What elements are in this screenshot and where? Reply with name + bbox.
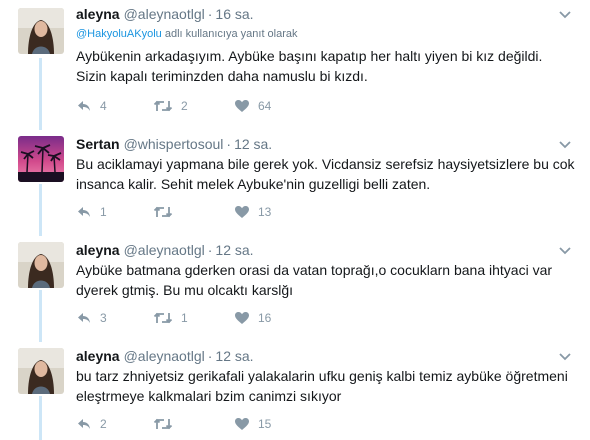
like-button[interactable]: 13	[234, 203, 271, 221]
chevron-down-icon[interactable]	[558, 246, 572, 256]
tweet-text-line: dyerek gtmiş. Bu mu olcaktı karslğı	[76, 282, 294, 298]
timestamp[interactable]: 12 sa.	[215, 348, 253, 364]
display-name[interactable]: Sertan	[76, 136, 120, 152]
tweet-text: Bu aciklamayi yapmana bile gerek yok. Vi…	[76, 154, 576, 194]
like-count: 64	[258, 99, 272, 113]
separator-dot: ·	[207, 6, 213, 22]
tweet-text-line: Sizin kapalı teriminzden daha namuslu bi…	[76, 68, 368, 84]
avatar[interactable]	[18, 136, 64, 182]
retweet-count: 2	[181, 99, 188, 113]
reply-count: 3	[100, 311, 107, 325]
timestamp[interactable]: 16 sa.	[215, 6, 253, 22]
avatar[interactable]	[18, 242, 64, 288]
username[interactable]: @aleynaotlgl	[124, 242, 205, 258]
chevron-down-icon[interactable]	[558, 352, 572, 362]
avatar[interactable]	[18, 348, 64, 394]
reply-to-suffix: adlı kullanıcıya yanıt olarak	[164, 28, 298, 40]
heart-icon	[235, 100, 249, 112]
timestamp[interactable]: 12 sa.	[215, 242, 253, 258]
like-count: 15	[258, 417, 272, 431]
tweet[interactable]: Sertan @whispertosoul · 12 sa. Bu aciklamay…	[0, 130, 590, 236]
tweet-text: Aybüke batmana gderken orasi da vatan to…	[76, 260, 576, 300]
reply-icon	[78, 419, 90, 429]
reply-count: 4	[100, 99, 107, 113]
like-button[interactable]: 16	[234, 309, 271, 327]
retweet-button[interactable]	[153, 415, 181, 433]
tweet-actions: 4 2 64	[76, 97, 376, 115]
retweet-icon	[153, 100, 173, 112]
tweet-text-line: Bu aciklamayi yapmana bile gerek yok. Vi…	[76, 156, 575, 172]
retweet-button[interactable]	[153, 203, 181, 221]
separator-dot: ·	[207, 242, 213, 258]
display-name[interactable]: aleyna	[76, 6, 120, 22]
retweet-icon	[153, 312, 173, 324]
retweet-button[interactable]: 1	[153, 309, 188, 327]
tweet[interactable]: aleyna @aleynaotlgl · 16 sa. @HakyoluAKyolu…	[0, 0, 590, 130]
reply-to-link[interactable]: @HakyoluAKyolu	[76, 28, 162, 40]
retweet-icon	[153, 206, 173, 218]
reply-context: @HakyoluAKyolu adlı kullanıcıya yanıt ol…	[76, 28, 298, 40]
chevron-down-icon[interactable]	[558, 10, 572, 20]
username[interactable]: @aleynaotlgl	[124, 348, 205, 364]
display-name[interactable]: aleyna	[76, 348, 120, 364]
like-button[interactable]: 15	[234, 415, 271, 433]
avatar[interactable]	[18, 8, 64, 54]
heart-icon	[235, 206, 249, 218]
tweet-text-line: Aybükenin arkadaşıyım. Aybüke başını kap…	[76, 48, 543, 64]
reply-count: 1	[100, 205, 107, 219]
tweet-text-line: insanca kalir. Sehit melek Aybuke'nin gu…	[76, 176, 431, 192]
tweet-header: aleyna @aleynaotlgl · 12 sa.	[76, 242, 254, 258]
heart-icon	[235, 418, 249, 430]
timestamp[interactable]: 12 sa.	[234, 136, 272, 152]
tweet-text-line: Aybüke batmana gderken orasi da vatan to…	[76, 262, 553, 278]
tweet-actions: 1 13	[76, 203, 376, 221]
username[interactable]: @whispertosoul	[124, 136, 224, 152]
separator-dot: ·	[207, 348, 213, 364]
tweet[interactable]: aleyna @aleynaotlgl · 12 sa. bu tarz zhniye…	[0, 342, 590, 440]
reply-button[interactable]: 3	[76, 309, 107, 327]
like-count: 13	[258, 205, 272, 219]
tweet-text: bu tarz zhniyetsiz gerikafali yalakalari…	[76, 366, 576, 406]
retweet-count: 1	[181, 311, 188, 325]
chevron-down-icon[interactable]	[558, 140, 572, 150]
reply-icon	[78, 207, 90, 217]
display-name[interactable]: aleyna	[76, 242, 120, 258]
tweet-actions: 3 1 16	[76, 309, 376, 327]
tweet-header: aleyna @aleynaotlgl · 16 sa.	[76, 6, 254, 22]
reply-button[interactable]: 1	[76, 203, 107, 221]
reply-button[interactable]: 2	[76, 415, 107, 433]
tweet-header: aleyna @aleynaotlgl · 12 sa.	[76, 348, 254, 364]
tweet-actions: 2 15	[76, 415, 376, 433]
retweet-icon	[153, 418, 173, 430]
like-count: 16	[258, 311, 272, 325]
separator-dot: ·	[226, 136, 232, 152]
tweet-text-line: eleştrmeye kalkmalari bzim canimzi sıkıy…	[76, 388, 342, 404]
reply-count: 2	[100, 417, 107, 431]
tweet-text-line: bu tarz zhniyetsiz gerikafali yalakalari…	[76, 368, 568, 384]
tweet-text: Aybükenin arkadaşıyım. Aybüke başını kap…	[76, 46, 576, 86]
reply-button[interactable]: 4	[76, 97, 107, 115]
reply-icon	[78, 101, 90, 111]
retweet-button[interactable]: 2	[153, 97, 188, 115]
tweet[interactable]: aleyna @aleynaotlgl · 12 sa. Aybüke batmana…	[0, 236, 590, 342]
heart-icon	[235, 312, 249, 324]
like-button[interactable]: 64	[234, 97, 271, 115]
reply-icon	[78, 313, 90, 323]
username[interactable]: @aleynaotlgl	[124, 6, 205, 22]
tweet-header: Sertan @whispertosoul · 12 sa.	[76, 136, 272, 152]
